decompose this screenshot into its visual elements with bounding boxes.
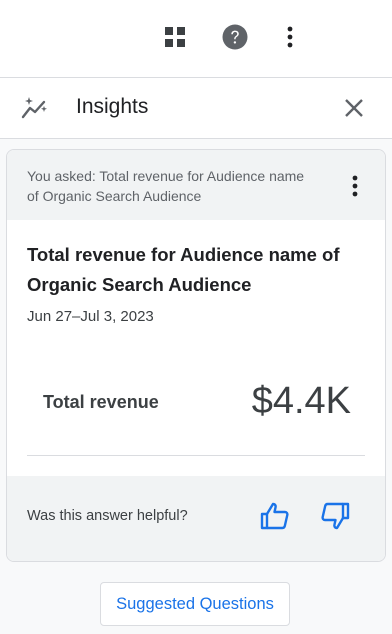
feedback-question: Was this answer helpful? — [27, 508, 188, 524]
answer-title: Total revenue for Audience name of Organ… — [27, 244, 340, 295]
help-icon[interactable] — [222, 24, 248, 50]
divider — [27, 455, 365, 456]
thumbs-down-icon[interactable] — [319, 500, 351, 532]
suggested-questions-button[interactable]: Suggested Questions — [100, 582, 290, 626]
insights-title: Insights — [76, 95, 149, 118]
insight-card: You asked: Total revenue for Audience na… — [6, 149, 386, 562]
insights-header: Insights — [0, 78, 392, 139]
asked-question-text: You asked: Total revenue for Audience na… — [27, 168, 305, 204]
insights-sparkle-icon — [20, 96, 50, 120]
close-icon[interactable] — [342, 96, 366, 120]
card-more-icon[interactable] — [345, 174, 365, 198]
metric-value: $4.4K — [251, 380, 351, 422]
top-toolbar — [0, 0, 392, 78]
thumbs-up-icon[interactable] — [259, 500, 291, 532]
asked-question-bar: You asked: Total revenue for Audience na… — [7, 150, 385, 220]
date-range: Jun 27–Jul 3, 2023 — [27, 308, 154, 325]
apps-grid-icon[interactable] — [162, 24, 188, 50]
feedback-bar: Was this answer helpful? — [7, 476, 385, 561]
more-vert-icon[interactable] — [277, 24, 303, 50]
metric-label: Total revenue — [43, 392, 159, 412]
